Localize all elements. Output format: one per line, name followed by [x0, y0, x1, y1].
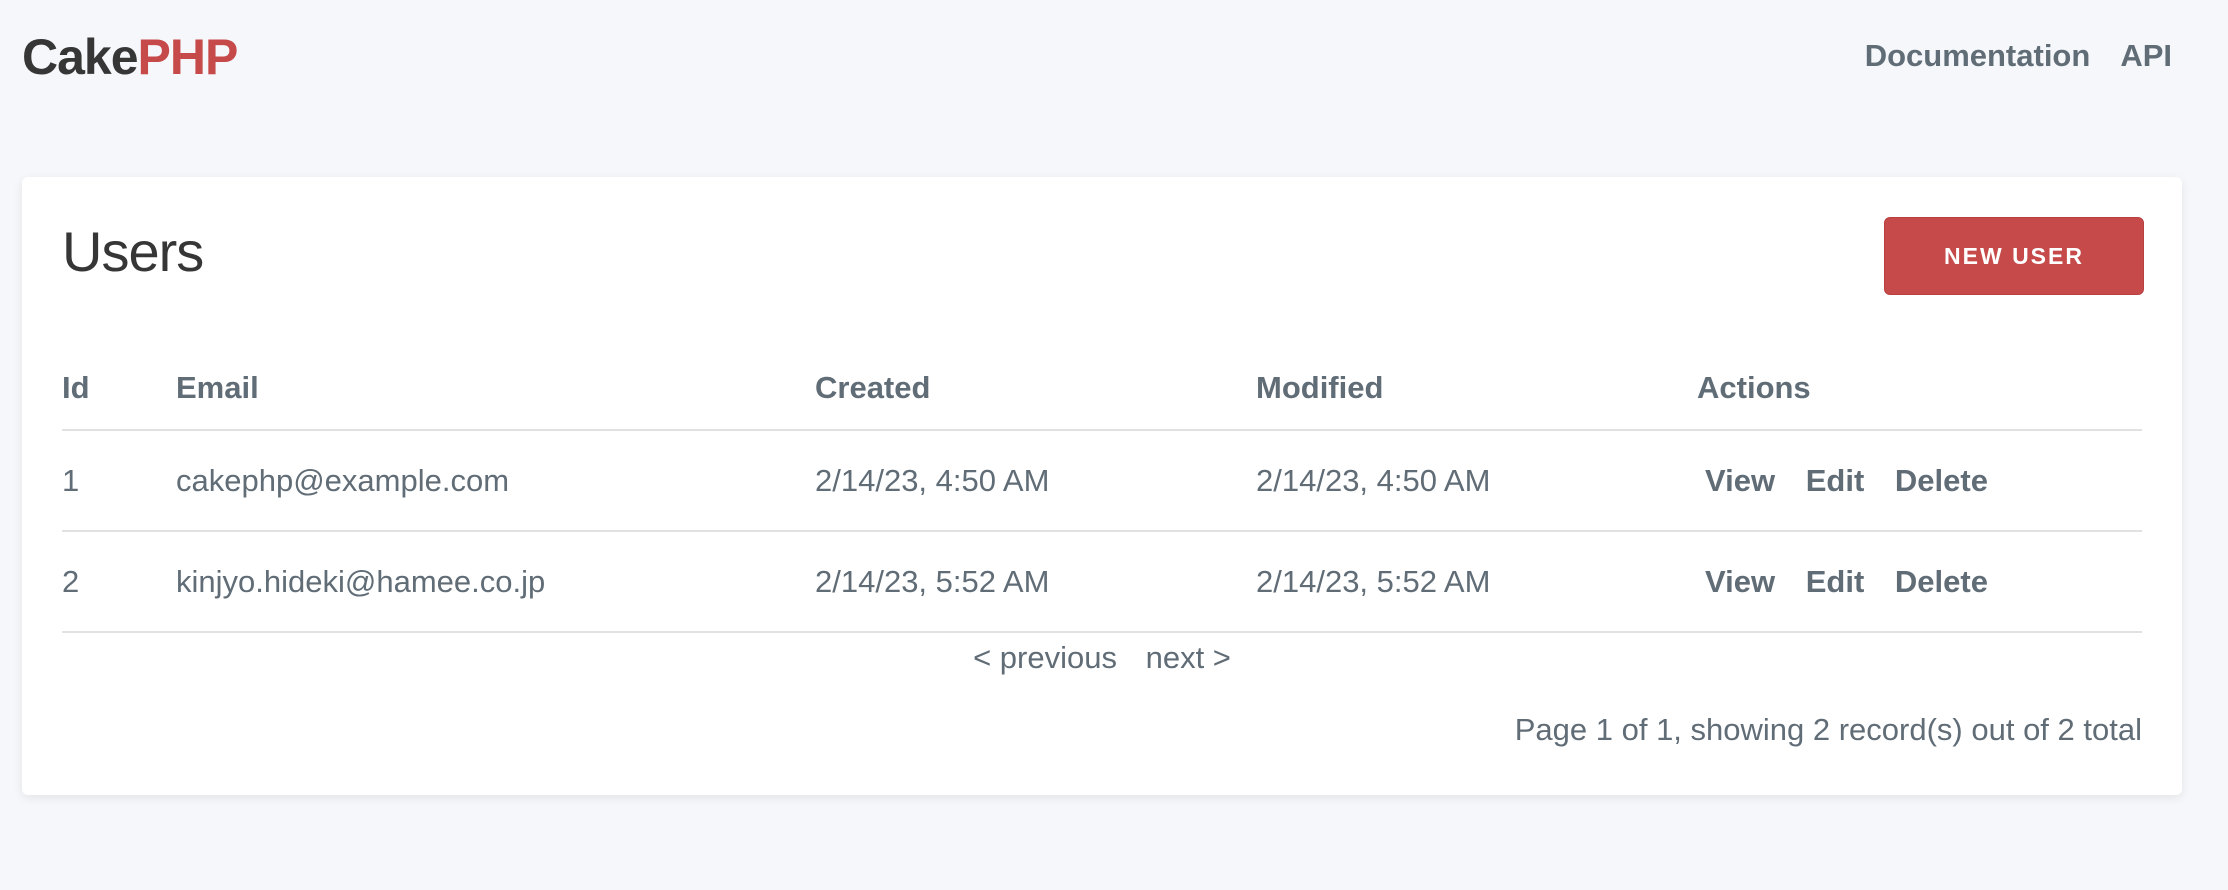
previous-page-link[interactable]: < previous: [973, 640, 1117, 675]
cell-actions: View Edit Delete: [1697, 531, 2142, 633]
cakephp-logo-link[interactable]: CakePHP: [22, 28, 239, 86]
table-row: 2 kinjyo.hideki@hamee.co.jp 2/14/23, 5:5…: [62, 531, 2142, 633]
cell-modified: 2/14/23, 5:52 AM: [1256, 531, 1697, 633]
page-title: Users: [62, 220, 204, 283]
header-modified-label: Modified: [1256, 370, 1384, 405]
header-email[interactable]: Email: [176, 347, 815, 431]
header-actions: Actions: [1697, 347, 2142, 431]
users-card: Users NEW USER Id Email Created Modified…: [22, 177, 2182, 795]
top-nav: CakePHP Documentation API: [0, 0, 2228, 120]
table-row: 1 cakephp@example.com 2/14/23, 4:50 AM 2…: [62, 430, 2142, 532]
view-link[interactable]: View: [1705, 463, 1775, 498]
brand-php-text: PHP: [137, 29, 239, 85]
cell-email: kinjyo.hideki@hamee.co.jp: [176, 531, 815, 633]
cell-id: 2: [62, 531, 176, 633]
documentation-link[interactable]: Documentation: [1865, 38, 2091, 74]
page-counter: Page 1 of 1, showing 2 record(s) out of …: [1514, 712, 2142, 747]
header-actions-label: Actions: [1697, 370, 1811, 405]
view-link[interactable]: View: [1705, 564, 1775, 599]
new-user-button[interactable]: NEW USER: [1884, 217, 2144, 295]
header-id-label: Id: [62, 370, 90, 405]
delete-link[interactable]: Delete: [1895, 463, 1988, 498]
header-email-label: Email: [176, 370, 259, 405]
header-modified[interactable]: Modified: [1256, 347, 1697, 431]
nav-links: Documentation API: [1865, 38, 2172, 74]
delete-link[interactable]: Delete: [1895, 564, 1988, 599]
cell-actions: View Edit Delete: [1697, 430, 2142, 532]
cell-created: 2/14/23, 5:52 AM: [815, 531, 1256, 633]
edit-link[interactable]: Edit: [1806, 564, 1865, 599]
edit-link[interactable]: Edit: [1806, 463, 1865, 498]
brand-cake-text: Cake: [22, 29, 139, 85]
table-header-row: Id Email Created Modified Actions: [62, 347, 2142, 431]
cell-id: 1: [62, 430, 176, 532]
cell-created: 2/14/23, 4:50 AM: [815, 430, 1256, 532]
cell-email: cakephp@example.com: [176, 430, 815, 532]
header-created[interactable]: Created: [815, 347, 1256, 431]
paginator: < previous next >: [22, 640, 2182, 676]
cell-modified: 2/14/23, 4:50 AM: [1256, 430, 1697, 532]
header-created-label: Created: [815, 370, 931, 405]
header-id[interactable]: Id: [62, 347, 176, 431]
next-page-link[interactable]: next >: [1146, 640, 1231, 675]
api-link[interactable]: API: [2120, 38, 2172, 74]
users-table: Id Email Created Modified Actions 1 cake…: [62, 347, 2142, 633]
